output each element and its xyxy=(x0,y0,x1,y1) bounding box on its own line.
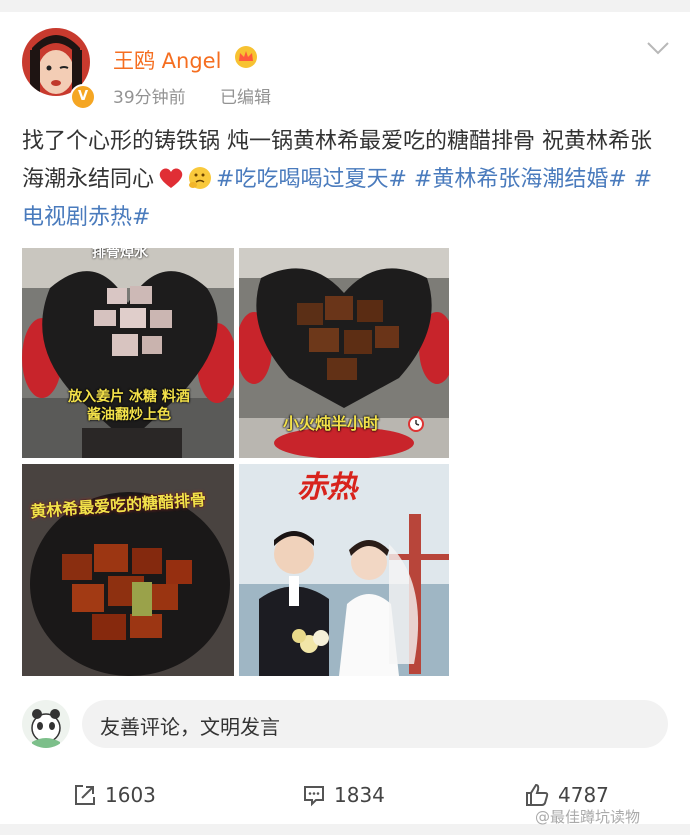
post-text: 找了个心形的铸铁锅 炖一锅黄林希最爱吃的糖醋排骨 祝黄林希张海潮永结同心 #吃吃喝… xyxy=(22,123,672,237)
comment-count: 1834 xyxy=(334,783,385,807)
thinking-face-icon xyxy=(189,167,212,189)
comment-button[interactable]: 1834 xyxy=(302,780,385,810)
crown-badge-icon xyxy=(235,46,257,68)
post-photo-1[interactable]: 排骨焯水 放入姜片 冰糖 料酒 酱油翻炒上色 xyxy=(22,248,234,458)
photo-caption: 小火炖半小时 xyxy=(283,414,380,433)
comment-placeholder: 友善评论，文明发言 xyxy=(100,715,280,739)
hashtag-link[interactable]: #吃吃喝喝过夏天# xyxy=(216,167,407,192)
watermark: @最佳蹲坑读物 xyxy=(535,808,641,826)
photo-caption: 酱油翻炒上色 xyxy=(87,407,171,423)
chevron-down-icon[interactable] xyxy=(645,40,671,56)
poster-title: 赤热 xyxy=(297,470,357,505)
hashtag-link[interactable]: #黄林希张海潮结婚# xyxy=(414,167,627,192)
share-count: 1603 xyxy=(105,783,156,807)
share-icon xyxy=(75,785,95,805)
post-photo-2[interactable]: 小火炖半小时 xyxy=(239,248,449,458)
my-avatar[interactable] xyxy=(22,700,70,748)
comment-icon xyxy=(304,786,324,807)
top-gap xyxy=(0,0,690,12)
post-time: 39分钟前 xyxy=(113,88,186,108)
post-photo-3[interactable]: 黄林希最爱吃的糖醋排骨 xyxy=(22,464,234,676)
edited-label[interactable]: 已编辑 xyxy=(220,83,271,108)
verified-badge-icon: V xyxy=(70,84,96,110)
photo-caption: 排骨焯水 xyxy=(92,248,148,261)
author-name[interactable]: 王鸥 Angel xyxy=(113,45,221,75)
alarm-clock-icon xyxy=(408,416,424,432)
thumbs-up-icon xyxy=(526,783,549,806)
photo-caption: 放入姜片 冰糖 料酒 xyxy=(68,389,190,405)
post-photo-4[interactable]: 赤热 xyxy=(239,464,449,676)
like-count: 4787 xyxy=(558,783,609,807)
share-button[interactable]: 1603 xyxy=(73,780,156,810)
red-heart-icon xyxy=(159,168,183,188)
